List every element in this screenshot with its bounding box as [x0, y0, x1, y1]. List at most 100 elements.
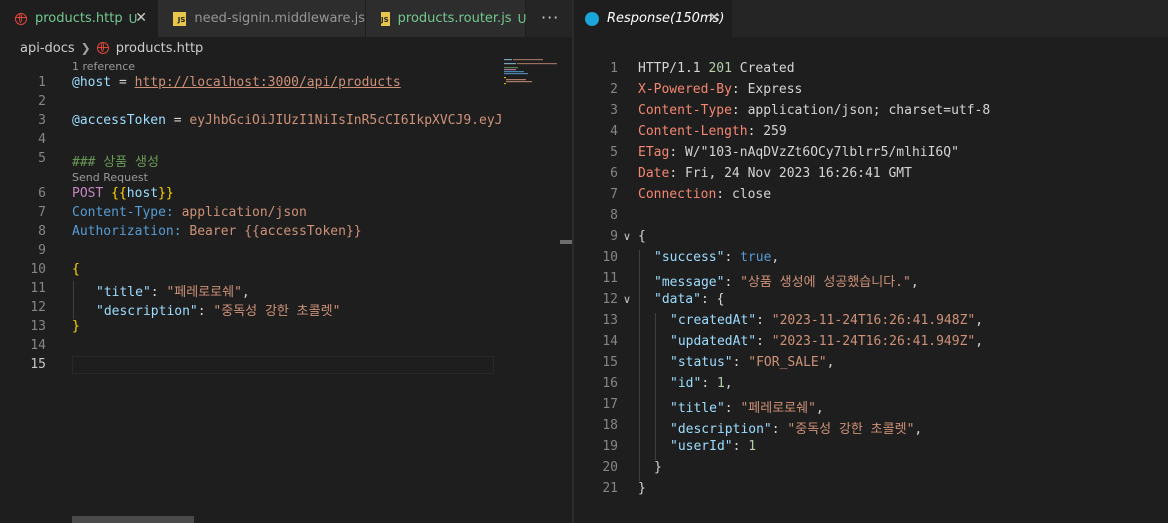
breadcrumb-folder[interactable]: api-docs — [20, 41, 75, 56]
chevron-down-icon[interactable]: ∨ — [623, 230, 631, 243]
json-value: "중독성 강한 초콜렛" — [787, 422, 915, 437]
json-key: "data" — [654, 292, 701, 307]
json-line: "id": 1, — [670, 376, 733, 391]
json-line: "createdAt": "2023-11-24T16:26:41.948Z", — [670, 313, 984, 328]
json-key: "success" — [654, 250, 725, 265]
json-brace[interactable]: } — [72, 319, 80, 334]
vertical-scrollbar[interactable] — [1158, 37, 1168, 523]
current-line-highlight — [72, 356, 494, 374]
header-line[interactable]: Content-Type: application/json — [72, 205, 307, 220]
line-number: 6 — [610, 166, 618, 181]
line-number: 6 — [38, 186, 46, 201]
json-brace[interactable]: { — [72, 262, 80, 277]
line-number: 13 — [30, 319, 46, 334]
scrollbar-thumb[interactable] — [560, 240, 572, 244]
response-tab-bar: Response(150ms) ✕ — [574, 0, 1168, 37]
tab-label: need-signin.middleware.js — [194, 11, 365, 26]
brace: }} — [158, 186, 174, 201]
comment-line[interactable]: ### 상품 생성 — [72, 151, 159, 170]
more-actions-icon[interactable]: ··· — [541, 8, 559, 27]
line-number: 15 — [602, 355, 618, 370]
line-number: 3 — [610, 103, 618, 118]
json-key: "message" — [654, 275, 725, 290]
header-value: Express — [747, 82, 803, 97]
json-key: "updatedAt" — [670, 334, 757, 349]
json-brace: { — [638, 229, 646, 244]
code-line[interactable]: @accessToken = eyJhbGciOiJIUzI1NiIsInR5c… — [72, 113, 502, 128]
header-name: Content-Type — [638, 103, 732, 118]
response-header: Content-Type: application/json; charset=… — [638, 103, 991, 118]
json-key: "title" — [96, 285, 151, 300]
json-line: "success": true, — [654, 250, 780, 265]
json-line: "data": { — [654, 292, 725, 307]
chevron-right-icon: ❯ — [80, 41, 91, 55]
json-value: true — [740, 250, 772, 265]
editor-pane: products.http U ✕ JS need-signin.middlew… — [0, 0, 572, 523]
status-text: Created — [739, 61, 795, 76]
protocol: HTTP/1.1 — [638, 61, 701, 76]
code-line[interactable]: @host = http://localhost:3000/api/produc… — [72, 75, 401, 90]
header-value: Bearer {{accessToken}} — [181, 224, 362, 239]
line-number: 17 — [602, 397, 618, 412]
tab-label: products.http — [35, 11, 123, 26]
breadcrumb-file[interactable]: products.http — [116, 41, 204, 56]
status-line: HTTP/1.1 201 Created — [638, 61, 795, 76]
json-key: "description" — [670, 422, 772, 437]
line-number: 21 — [602, 481, 618, 496]
close-icon[interactable]: ✕ — [135, 10, 147, 26]
header-name: Content-Length — [638, 124, 748, 139]
line-number-current: 15 — [30, 357, 46, 372]
json-value: "2023-11-24T16:26:41.948Z" — [771, 313, 976, 328]
line-number: 1 — [610, 61, 618, 76]
tab-products-router[interactable]: JS products.router.js U — [366, 0, 526, 37]
vertical-scrollbar[interactable] — [560, 59, 572, 523]
minimap[interactable] — [502, 59, 560, 89]
json-line: "userId": 1 — [670, 439, 757, 454]
header-name: X-Powered-By — [638, 82, 732, 97]
json-value: "페레로로쉐" — [166, 285, 242, 300]
operator: = — [111, 75, 135, 90]
chevron-down-icon[interactable]: ∨ — [623, 293, 631, 306]
header-name: ETag — [638, 145, 670, 160]
json-key: "id" — [670, 376, 702, 391]
header-value: Fri, 24 Nov 2023 16:26:41 GMT — [684, 166, 912, 181]
line-number: 1 — [38, 75, 46, 90]
header-name: Connection — [638, 187, 717, 202]
json-value: "2023-11-24T16:26:41.949Z" — [771, 334, 976, 349]
json-line[interactable]: "description": "중독성 강한 초콜렛" — [96, 300, 340, 319]
line-number: 8 — [610, 208, 618, 223]
line-number: 5 — [610, 145, 618, 160]
http-file-icon — [96, 42, 109, 54]
indent-guide — [73, 281, 74, 319]
line-number: 16 — [602, 376, 618, 391]
line-number: 12 — [602, 292, 618, 307]
editor-tab-bar: products.http U ✕ JS need-signin.middlew… — [0, 0, 572, 37]
line-number: 7 — [38, 205, 46, 220]
response-header: Content-Length: 259 — [638, 124, 787, 139]
json-line: "title": "페레로로쉐", — [670, 401, 824, 416]
json-key: "description" — [96, 304, 198, 319]
js-file-icon: JS — [381, 11, 390, 26]
code-lens-references[interactable]: 1 reference — [72, 60, 135, 73]
line-number: 10 — [30, 262, 46, 277]
url-link[interactable]: http://localhost:3000/api/products — [135, 75, 401, 90]
header-line[interactable]: Authorization: Bearer {{accessToken}} — [72, 224, 362, 239]
status-code: 201 — [708, 61, 732, 76]
response-header: Date: Fri, 24 Nov 2023 16:26:41 GMT — [638, 166, 912, 181]
tab-need-signin-middleware[interactable]: JS need-signin.middleware.js — [158, 0, 366, 37]
line-number: 2 — [610, 82, 618, 97]
brace: {{ — [111, 186, 127, 201]
close-icon[interactable]: ✕ — [708, 10, 720, 26]
header-name: Date — [638, 166, 670, 181]
line-number: 8 — [38, 224, 46, 239]
tab-response[interactable]: Response(150ms) ✕ — [574, 0, 732, 37]
variable-value: eyJhbGciOiJIUzI1NiIsInR5cCI6IkpXVCJ9.eyJ — [189, 113, 503, 128]
json-line[interactable]: "title": "페레로로쉐", — [96, 281, 250, 300]
indent-guide — [639, 250, 640, 481]
response-header: X-Powered-By: Express — [638, 82, 803, 97]
request-line[interactable]: POST {{host}} — [72, 186, 174, 201]
header-value: W/"103-nAqDVzZt6OCy7lblrr5/mlhiI6Q" — [684, 145, 959, 160]
tab-products-http[interactable]: products.http U ✕ — [0, 0, 158, 37]
code-lens-send-request[interactable]: Send Request — [72, 171, 148, 184]
horizontal-scrollbar-thumb[interactable] — [72, 516, 194, 523]
